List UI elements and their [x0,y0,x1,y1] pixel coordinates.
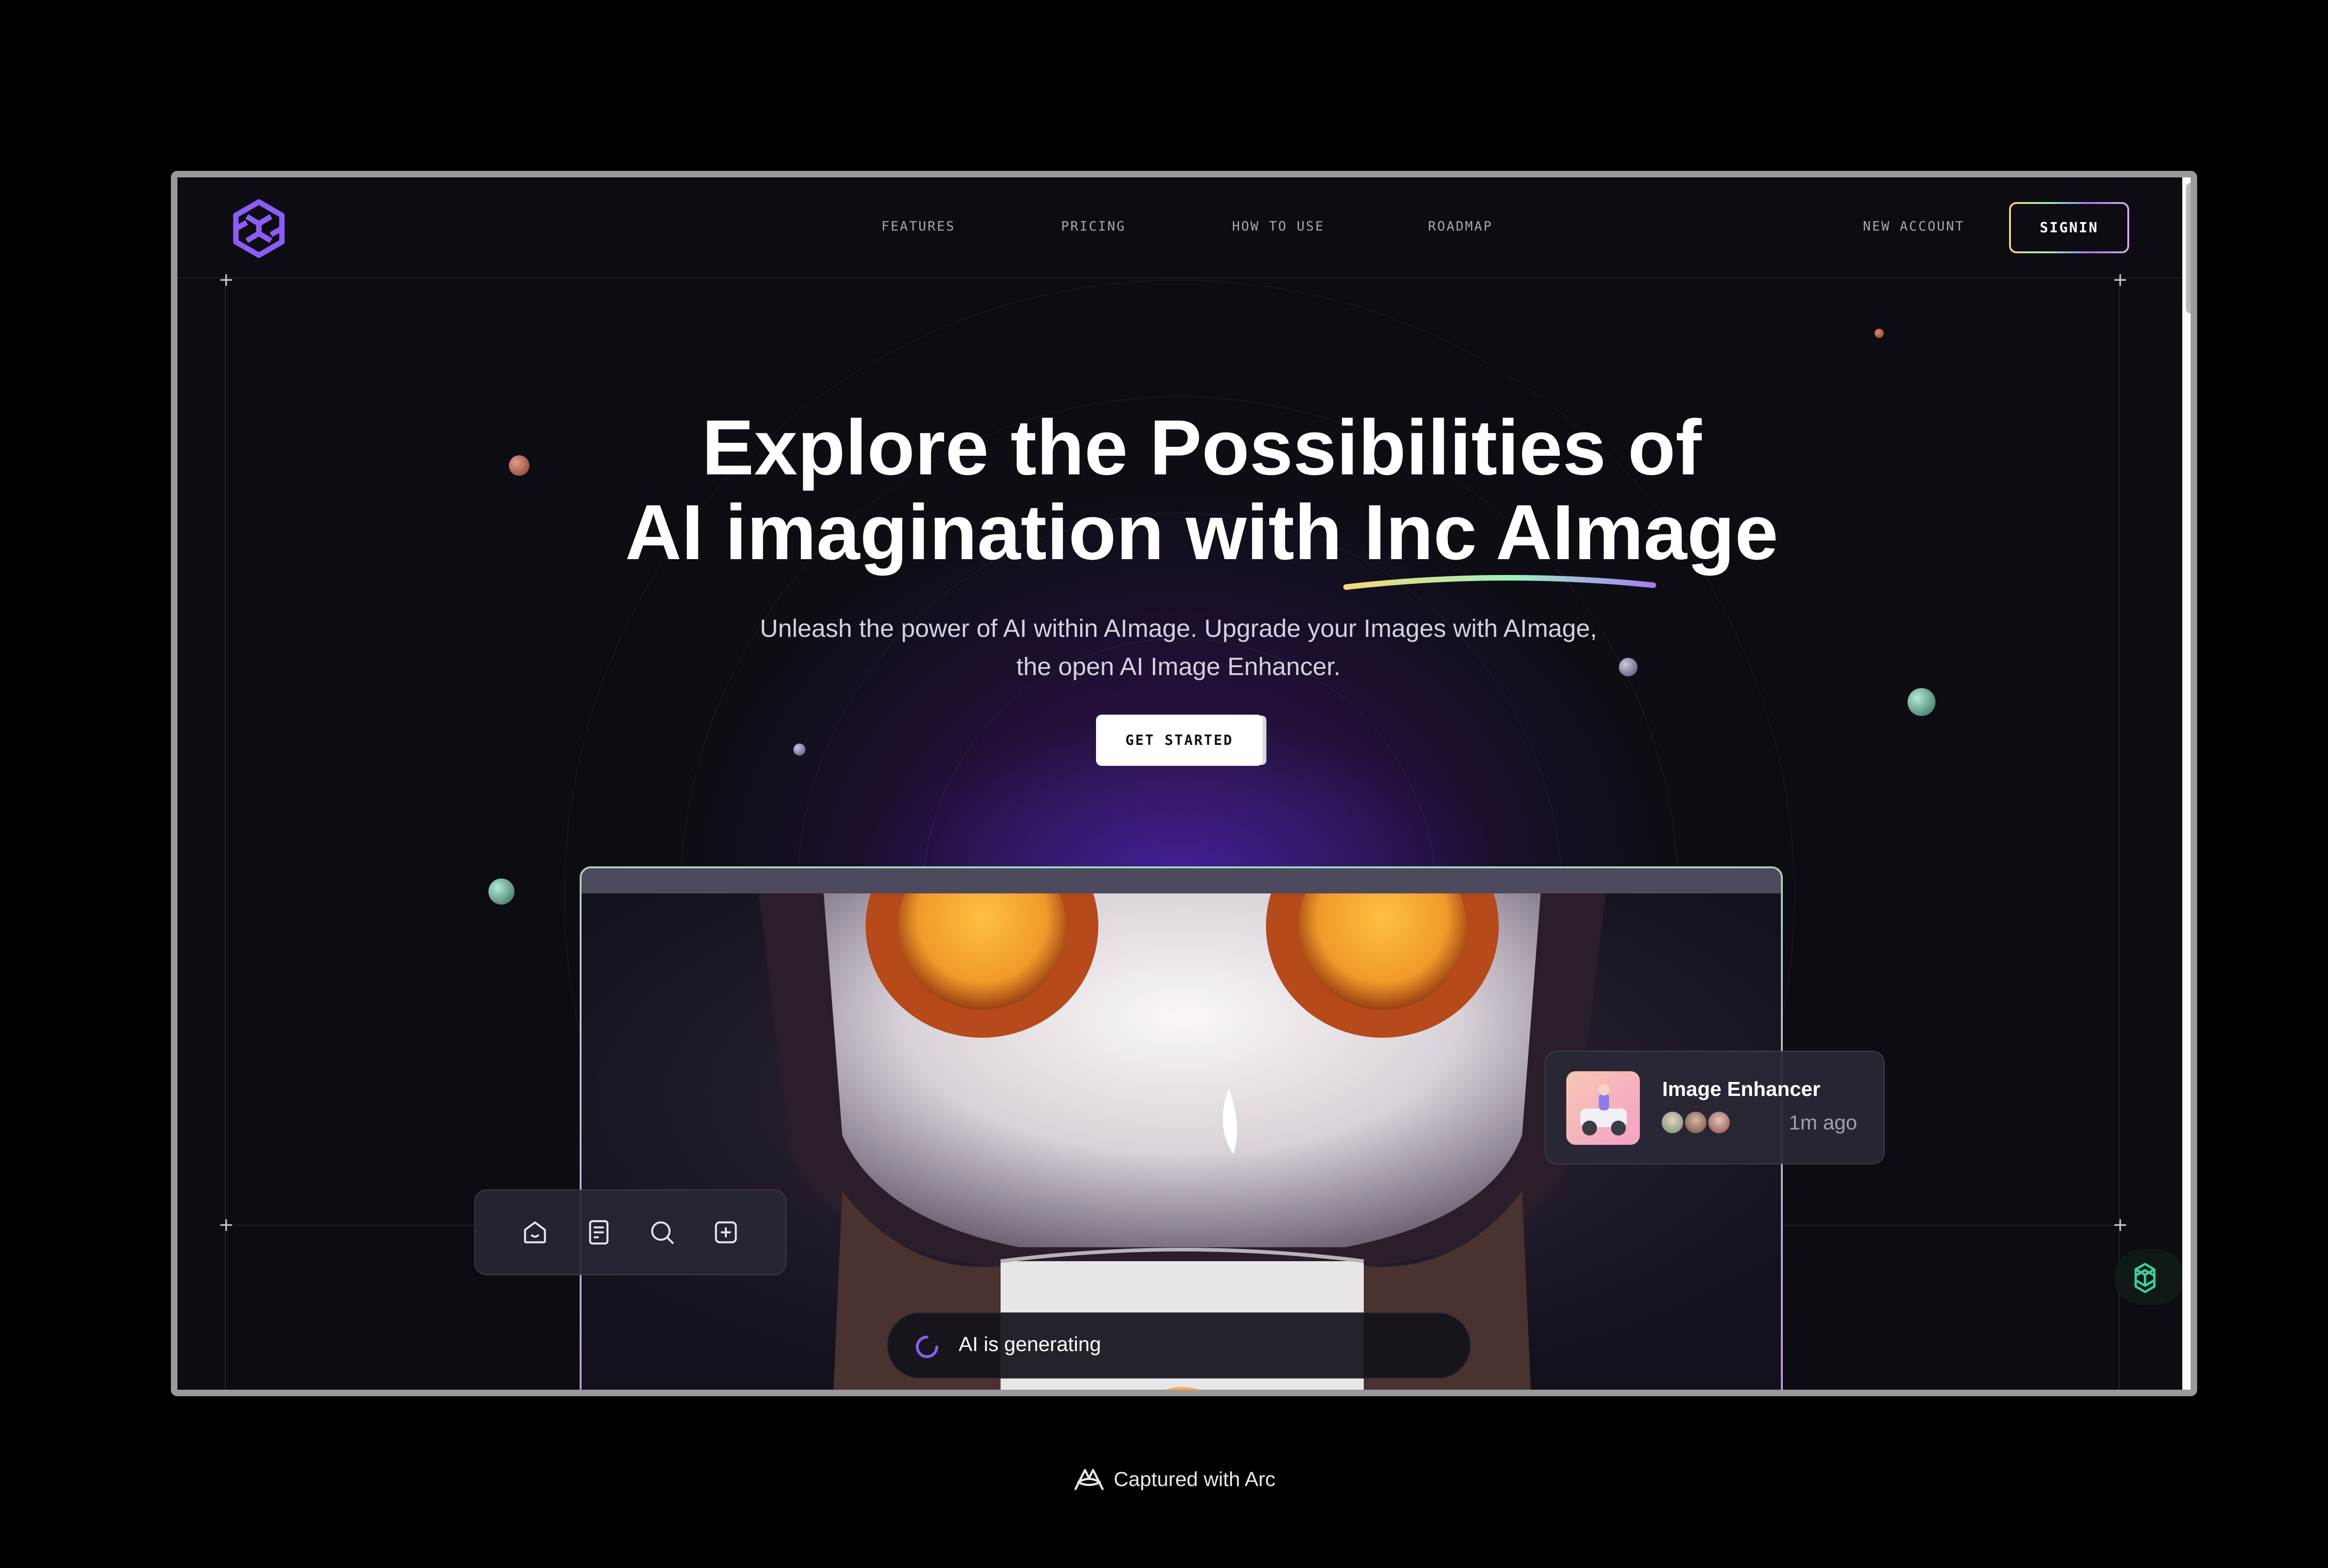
card-timestamp: 1m ago [1789,1111,1857,1134]
nav-link[interactable]: ROADMAP [1428,218,1493,234]
capture-caption: Captured with Arc [1071,1465,1275,1494]
nav-link[interactable]: PRICING [1061,218,1126,234]
hero-title-line2: AI imagination with Inc AImage [457,490,1947,574]
landing-page: + + + + FEATURES PRICING HOW TO USE ROAD… [177,177,2182,1390]
browser-window: + + + + FEATURES PRICING HOW TO USE ROAD… [171,171,2197,1396]
avatar [1684,1110,1708,1135]
planet [1908,688,1935,716]
planet [1875,329,1884,338]
preview-toolbar [474,1190,786,1275]
scrollbar[interactable] [2182,177,2191,1390]
new-account-link[interactable]: NEW ACCOUNT [1863,218,1964,234]
hero-subtitle-line2: the open AI Image Enhancer. [1016,653,1341,681]
plus-marker: + [218,1214,234,1236]
spinner-icon [916,1335,939,1358]
planet [488,879,514,905]
site-header: FEATURES PRICING HOW TO USE ROADMAP NEW … [177,177,2182,278]
arc-logo-icon [1074,1469,1104,1490]
nav-item-roadmap[interactable]: ROADMAP [1428,218,1493,234]
preview-titlebar [582,868,1781,893]
card-title: Image Enhancer [1662,1078,1820,1101]
avatar [1707,1110,1731,1135]
planet [793,743,805,756]
generation-status-text: AI is generating [959,1333,1101,1356]
nav-item-pricing[interactable]: PRICING [1061,218,1126,234]
hero-title-line1: Explore the Possibilities of [702,404,1702,491]
home-icon[interactable] [520,1217,550,1247]
plus-marker: + [2112,1214,2128,1236]
avatar [1660,1110,1685,1135]
logo-icon[interactable] [229,198,289,259]
card-thumbnail [1566,1071,1640,1145]
search-icon[interactable] [647,1217,677,1247]
document-icon[interactable] [584,1217,614,1247]
generation-status-bar: AI is generating [887,1312,1471,1379]
hero-title-highlight: Inc AImage [1364,488,1779,576]
image-enhancer-card[interactable]: Image Enhancer 1m ago [1545,1051,1885,1164]
assistant-button[interactable] [2114,1249,2182,1305]
signin-button[interactable]: SIGNIN [2009,202,2129,253]
toy-car-icon [1580,1084,1627,1135]
highlight-underline [1343,574,1656,590]
nav-link[interactable]: HOW TO USE [1232,218,1325,234]
nav-item-how-to-use[interactable]: HOW TO USE [1232,218,1325,234]
caption-text: Captured with Arc [1114,1468,1276,1491]
openai-icon [2134,1263,2156,1293]
hero-subtitle-line1: Unleash the power of AI within AImage. U… [760,615,1597,642]
add-icon[interactable] [711,1217,741,1247]
scrollbar-thumb[interactable] [2186,183,2191,313]
hero-title-text: AI imagination with [625,488,1364,576]
nav-link[interactable]: FEATURES [881,218,955,234]
nav-item-features[interactable]: FEATURES [881,218,955,234]
get-started-button[interactable]: GET STARTED [1096,715,1263,766]
